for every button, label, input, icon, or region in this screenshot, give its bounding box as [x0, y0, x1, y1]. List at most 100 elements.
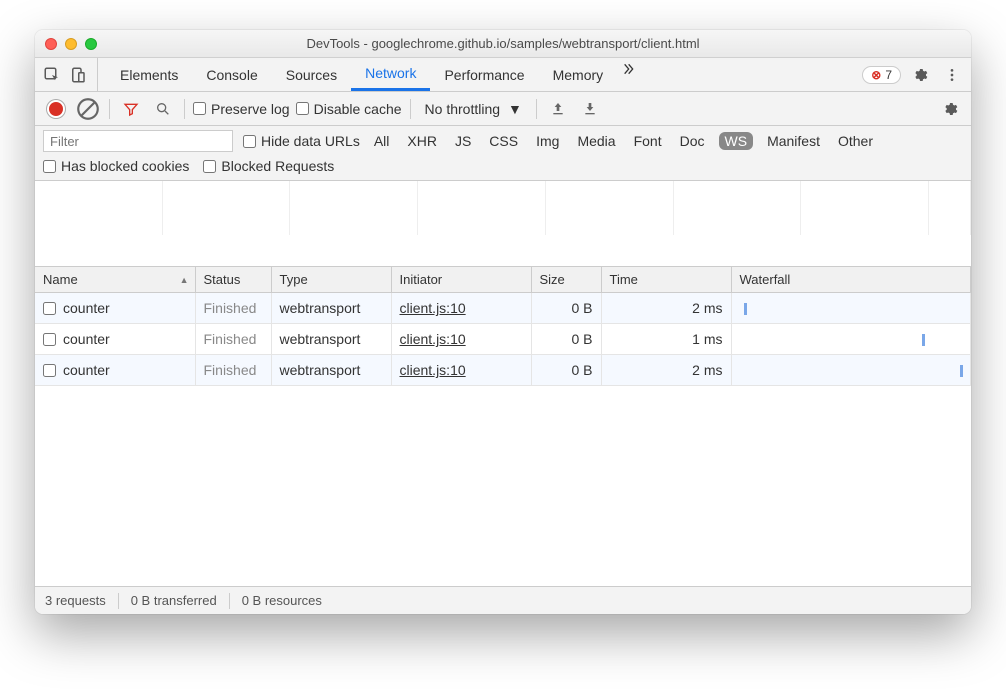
throttling-select[interactable]: No throttling ▼: [419, 101, 528, 117]
request-initiator[interactable]: client.js:10: [391, 293, 531, 324]
type-filter-other[interactable]: Other: [834, 132, 877, 150]
timeline-overview[interactable]: 1000 ms2000 ms3000 ms4000 ms5000 ms6000 …: [35, 181, 971, 267]
tab-sources[interactable]: Sources: [272, 58, 351, 91]
type-filter-doc[interactable]: Doc: [676, 132, 709, 150]
type-filter-css[interactable]: CSS: [485, 132, 522, 150]
timeline-tick: 3000 ms: [290, 181, 418, 235]
timeline-tick: 4000 ms: [418, 181, 546, 235]
tab-memory[interactable]: Memory: [539, 58, 618, 91]
type-filter-ws[interactable]: WS: [719, 132, 754, 150]
resource-type-filters: All XHR JS CSS Img Media Font Doc WS Manifest Othe…: [370, 132, 877, 150]
table-row[interactable]: counterFinishedwebtransportclient.js:100…: [35, 355, 971, 386]
error-count-badge[interactable]: ⊗ 7: [862, 66, 901, 84]
window-title: DevTools - googlechrome.github.io/sample…: [35, 36, 971, 51]
blocked-cookies-checkbox[interactable]: Has blocked cookies: [43, 158, 189, 174]
waterfall-bar: [960, 365, 963, 377]
error-count: 7: [885, 68, 892, 82]
row-checkbox[interactable]: [43, 333, 56, 346]
settings-gear-icon[interactable]: [907, 62, 933, 88]
disable-cache-checkbox[interactable]: Disable cache: [296, 101, 402, 117]
request-status: Finished: [195, 293, 271, 324]
clear-button[interactable]: [75, 96, 101, 122]
type-filter-media[interactable]: Media: [573, 132, 619, 150]
tab-network[interactable]: Network: [351, 58, 430, 91]
type-filter-js[interactable]: JS: [451, 132, 475, 150]
waterfall-cell: [731, 355, 971, 386]
network-toolbar: Preserve log Disable cache No throttling…: [35, 92, 971, 126]
close-window-button[interactable]: [45, 38, 57, 50]
hide-data-urls-checkbox[interactable]: Hide data URLs: [243, 133, 360, 149]
request-time: 1 ms: [601, 324, 731, 355]
table-header-row: NameStatusTypeInitiatorSizeTimeWaterfall: [35, 267, 971, 293]
error-icon: ⊗: [871, 68, 881, 82]
request-status: Finished: [195, 324, 271, 355]
record-button[interactable]: [43, 96, 69, 122]
status-transferred: 0 B transferred: [131, 593, 217, 608]
waterfall-cell: [731, 293, 971, 324]
request-initiator[interactable]: client.js:10: [391, 355, 531, 386]
blocked-requests-checkbox[interactable]: Blocked Requests: [203, 158, 334, 174]
request-type: webtransport: [271, 293, 391, 324]
preserve-log-checkbox[interactable]: Preserve log: [193, 101, 290, 117]
timeline-tick: 1000 ms: [35, 181, 163, 235]
table-empty-area: [35, 386, 971, 586]
column-initiator[interactable]: Initiator: [391, 267, 531, 293]
request-type: webtransport: [271, 324, 391, 355]
filter-input[interactable]: [43, 130, 233, 152]
request-status: Finished: [195, 355, 271, 386]
column-name[interactable]: Name: [35, 267, 195, 293]
status-bar: 3 requests 0 B transferred 0 B resources: [35, 586, 971, 614]
kebab-menu-icon[interactable]: [939, 62, 965, 88]
device-toolbar-icon[interactable]: [67, 64, 89, 86]
dropdown-caret-icon: ▼: [508, 101, 522, 117]
request-size: 0 B: [531, 293, 601, 324]
upload-har-icon[interactable]: [545, 96, 571, 122]
request-size: 0 B: [531, 324, 601, 355]
request-name: counter: [63, 300, 110, 316]
column-type[interactable]: Type: [271, 267, 391, 293]
request-type: webtransport: [271, 355, 391, 386]
waterfall-bar: [922, 334, 925, 346]
column-status[interactable]: Status: [195, 267, 271, 293]
tab-console[interactable]: Console: [192, 58, 271, 91]
waterfall-cell: [731, 324, 971, 355]
minimize-window-button[interactable]: [65, 38, 77, 50]
request-name: counter: [63, 331, 110, 347]
request-initiator[interactable]: client.js:10: [391, 324, 531, 355]
timeline-tick: 5000 ms: [546, 181, 674, 235]
more-tabs-chevron-icon[interactable]: [617, 58, 639, 80]
search-icon[interactable]: [150, 96, 176, 122]
table-row[interactable]: counter Finishedwebtransportclient.js:100…: [35, 293, 971, 324]
row-checkbox[interactable]: [43, 302, 56, 315]
column-size[interactable]: Size: [531, 267, 601, 293]
status-resources: 0 B resources: [242, 593, 322, 608]
tab-performance[interactable]: Performance: [430, 58, 538, 91]
inspect-element-icon[interactable]: [41, 64, 63, 86]
row-checkbox[interactable]: [43, 364, 56, 377]
tab-elements[interactable]: Elements: [106, 58, 192, 91]
type-filter-all[interactable]: All: [370, 132, 394, 150]
column-waterfall[interactable]: Waterfall: [731, 267, 971, 293]
waterfall-bar: [744, 303, 747, 315]
timeline-tick: 6000 ms: [674, 181, 802, 235]
table-row[interactable]: counter Finishedwebtransportclient.js:100…: [35, 324, 971, 355]
filter-bar: Hide data URLs All XHR JS CSS Img Media Font Do…: [35, 126, 971, 181]
request-name: counter: [63, 362, 110, 378]
request-time: 2 ms: [601, 293, 731, 324]
type-filter-font[interactable]: Font: [630, 132, 666, 150]
type-filter-img[interactable]: Img: [532, 132, 563, 150]
network-settings-gear-icon[interactable]: [937, 96, 963, 122]
filter-funnel-icon[interactable]: [118, 96, 144, 122]
status-requests: 3 requests: [45, 593, 106, 608]
panel-tabs: ElementsConsoleSourcesNetworkPerformance…: [106, 58, 617, 91]
maximize-window-button[interactable]: [85, 38, 97, 50]
titlebar: DevTools - googlechrome.github.io/sample…: [35, 30, 971, 58]
main-tabs-bar: ElementsConsoleSourcesNetworkPerformance…: [35, 58, 971, 92]
timeline-tick: 7000 ms: [801, 181, 929, 235]
requests-table: NameStatusTypeInitiatorSizeTimeWaterfall…: [35, 267, 971, 386]
column-time[interactable]: Time: [601, 267, 731, 293]
timeline-tick: 2000 ms: [163, 181, 291, 235]
type-filter-manifest[interactable]: Manifest: [763, 132, 824, 150]
download-har-icon[interactable]: [577, 96, 603, 122]
type-filter-xhr[interactable]: XHR: [403, 132, 441, 150]
